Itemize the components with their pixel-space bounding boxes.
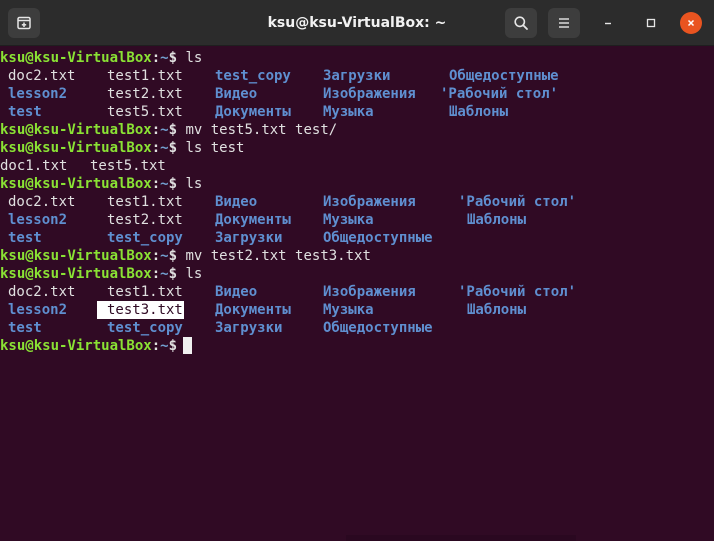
dir-item: 'Рабочий стол' [458,194,577,210]
listing-row: test test5.txt Документы Музыка Шаблоны [0,103,714,121]
listing-row: lesson2 test2.txt Документы Музыка Шабло… [0,211,714,229]
file-item: test5.txt [90,158,166,174]
file-item: doc2.txt [8,68,76,84]
dir-item: test [8,104,42,120]
dir-item: Изображения [323,86,416,102]
file-item: test1.txt [107,68,183,84]
listing-row: test test_copy Загрузки Общедоступные [0,319,714,337]
prompt-line: ksu@ksu-VirtualBox:~$ mv test2.txt test3… [0,248,371,264]
dir-item: test_copy [215,68,291,84]
dir-item: Изображения [323,284,416,300]
dir-item: 'Рабочий стол' [458,284,577,300]
close-icon [687,19,695,27]
dir-item: test [8,230,42,246]
close-button[interactable] [680,12,702,34]
command-text: ls test [185,140,245,156]
prompt-user-host: ksu@ksu-VirtualBox [0,338,152,354]
prompt-line: ksu@ksu-VirtualBox:~$ ls [0,50,203,66]
listing-row: doc2.txt test1.txt Видео Изображения 'Ра… [0,193,714,211]
minimize-button[interactable] [597,12,619,34]
menu-button[interactable] [548,8,580,38]
hamburger-menu-icon [559,18,569,28]
dir-item: Загрузки [215,230,283,246]
scrollbar[interactable] [346,535,576,541]
prompt-line: ksu@ksu-VirtualBox:~$ ls [0,176,203,192]
dir-item: Шаблоны [467,302,527,318]
command-text: ls [185,176,203,192]
listing-row: lesson2 test3.txt Документы Музыка Шабло… [0,301,714,319]
dir-item: Видео [215,194,258,210]
prompt-user-host: ksu@ksu-VirtualBox [0,122,152,138]
dir-item: 'Рабочий стол' [440,86,559,102]
command-text: mv test5.txt test/ [185,122,338,138]
dir-item: lesson2 [8,86,68,102]
prompt-line: ksu@ksu-VirtualBox:~$ ls test [0,140,245,156]
dir-item: Общедоступные [323,320,433,336]
file-item: test5.txt [107,104,183,120]
command-text: ls [185,50,203,66]
file-item: doc1.txt [0,158,68,174]
highlighted-file-item: test3.txt [97,301,184,319]
file-item: test1.txt [107,194,183,210]
dir-item: Шаблоны [467,212,527,228]
dir-item: Изображения [323,194,416,210]
prompt-user-host: ksu@ksu-VirtualBox [0,266,152,282]
dir-item: test_copy [107,230,183,246]
file-item: doc2.txt [8,194,76,210]
file-item: test1.txt [107,284,183,300]
listing-row: doc1.txt test5.txt [0,157,714,175]
dir-item: test [8,320,42,336]
search-icon [514,16,528,30]
dir-item: Загрузки [215,320,283,336]
dir-item: Загрузки [323,68,391,84]
maximize-icon [646,18,656,28]
new-tab-icon [17,16,31,30]
title-bar: ksu@ksu-VirtualBox: ~ [0,0,714,46]
dir-item: Документы [215,104,291,120]
listing-row: doc2.txt test1.txt Видео Изображения 'Ра… [0,283,714,301]
listing-row: doc2.txt test1.txt test_copy Загрузки Об… [0,67,714,85]
listing-row: lesson2 test2.txt Видео Изображения 'Раб… [0,85,714,103]
file-item: doc2.txt [8,284,76,300]
active-prompt-line[interactable]: ksu@ksu-VirtualBox:~$ [0,337,714,355]
file-item: test2.txt [107,86,183,102]
prompt-line: ksu@ksu-VirtualBox:~$ ls [0,266,203,282]
dir-item: lesson2 [8,302,68,318]
dir-item: Документы [215,302,291,318]
dir-item: Музыка [323,104,374,120]
maximize-button[interactable] [640,12,662,34]
prompt-user-host: ksu@ksu-VirtualBox [0,50,152,66]
listing-row: test test_copy Загрузки Общедоступные [0,229,714,247]
dir-item: test_copy [107,320,183,336]
terminal-output[interactable]: ksu@ksu-VirtualBox:~$ ls doc2.txt test1.… [0,49,714,541]
prompt-user-host: ksu@ksu-VirtualBox [0,140,152,156]
dir-item: Видео [215,86,258,102]
command-text: ls [185,266,203,282]
dir-item: Музыка [323,212,374,228]
dir-item: Музыка [323,302,374,318]
new-tab-button[interactable] [8,8,40,38]
command-text: mv test2.txt test3.txt [185,248,371,264]
dir-item: Документы [215,212,291,228]
terminal-window: ksu@ksu-VirtualBox: ~ ksu@ksu-VirtualBox… [0,0,714,541]
text-cursor [183,337,193,354]
dir-item: Общедоступные [449,68,559,84]
search-button[interactable] [505,8,537,38]
dir-item: Общедоступные [323,230,433,246]
prompt-user-host: ksu@ksu-VirtualBox [0,176,152,192]
file-item: test2.txt [107,212,183,228]
minimize-icon [605,22,611,25]
dir-item: Шаблоны [449,104,509,120]
prompt-user-host: ksu@ksu-VirtualBox [0,248,152,264]
dir-item: Видео [215,284,258,300]
prompt-line: ksu@ksu-VirtualBox:~$ mv test5.txt test/ [0,122,338,138]
dir-item: lesson2 [8,212,68,228]
